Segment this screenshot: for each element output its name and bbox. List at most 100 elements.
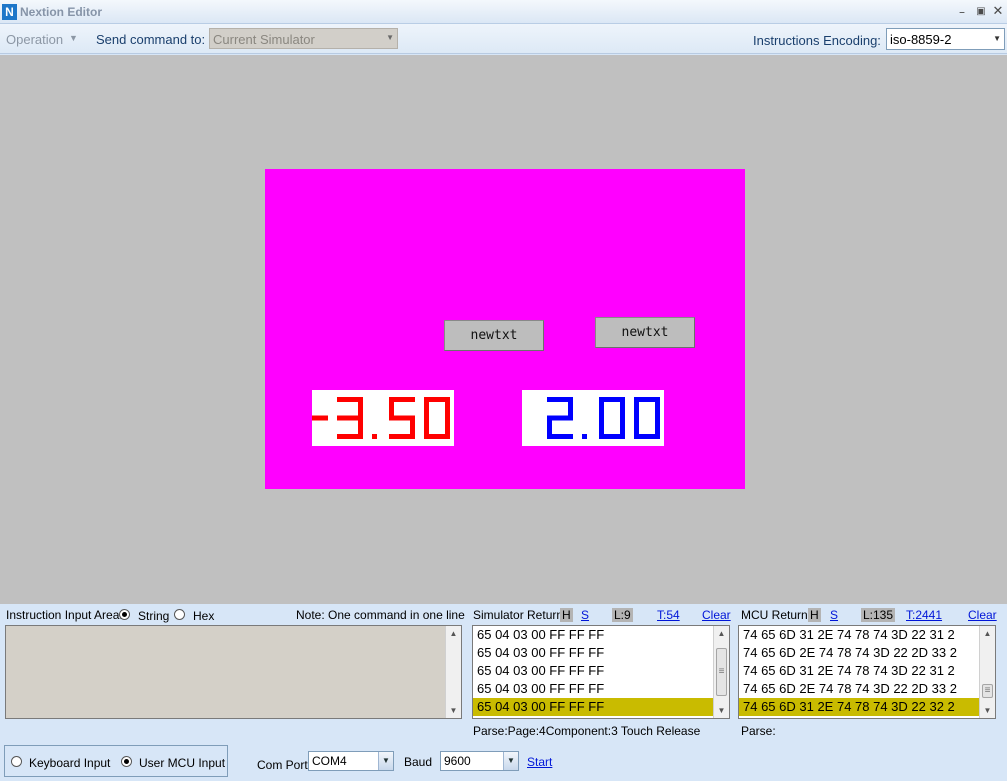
number-display-1-digits — [312, 397, 450, 439]
mcu-return-row[interactable]: 74 65 6D 2E 74 78 74 3D 22 2D 33 2 — [739, 644, 995, 662]
mcu-input-radio[interactable] — [121, 756, 132, 767]
digit-segment — [424, 418, 429, 439]
com-port-label: Com Port — [257, 758, 308, 772]
string-radio-label: String — [138, 609, 170, 623]
sim-return-row[interactable]: 65 04 03 00 FF FF FF — [473, 662, 729, 680]
maximize-button[interactable]: ▣ — [973, 4, 989, 20]
sim-line-count: L:9 — [612, 608, 633, 622]
encoding-select[interactable]: iso-8859-2 ▼ — [886, 28, 1005, 50]
window-title: Nextion Editor — [20, 5, 103, 19]
com-port-select[interactable]: COM4 ▼ — [308, 751, 394, 771]
scroll-down-icon[interactable]: ▼ — [714, 703, 729, 718]
sim-return-row[interactable]: 65 04 03 00 FF FF FF — [473, 644, 729, 662]
mcu-input-label: User MCU Input — [139, 756, 226, 770]
input-note: Note: One command in one line — [296, 608, 465, 622]
baud-select[interactable]: 9600 ▼ — [440, 751, 519, 771]
mcu-line-count: L:135 — [861, 608, 896, 622]
sim-scroll-thumb[interactable] — [716, 648, 727, 696]
newtxt-button-1[interactable]: newtxt — [444, 320, 544, 351]
number-display-1 — [312, 390, 454, 446]
digit-segment — [599, 397, 604, 418]
encoding-value: iso-8859-2 — [890, 32, 952, 47]
simulator-canvas: newtxt newtxt — [0, 55, 1007, 604]
hmi-screen[interactable]: newtxt newtxt — [265, 169, 745, 489]
digit-segment — [424, 397, 429, 418]
mcu-hex-toggle[interactable]: H — [808, 608, 821, 622]
debug-toolbar: Operation ▼ Send command to: Current Sim… — [0, 24, 1007, 54]
sim-hex-toggle[interactable]: H — [560, 608, 573, 622]
sim-scrollbar[interactable]: ▲ ▼ — [713, 626, 729, 718]
baud-label: Baud — [404, 755, 433, 769]
mcu-return-row[interactable]: 74 65 6D 2E 74 78 74 3D 22 2D 33 2 — [739, 680, 995, 698]
digit-segment — [634, 397, 639, 418]
encoding-label: Instructions Encoding: — [753, 33, 881, 48]
string-radio[interactable] — [119, 609, 130, 620]
hex-radio-label: Hex — [193, 609, 215, 623]
digit-segment — [445, 397, 450, 418]
sim-return-row[interactable]: 65 04 03 00 FF FF FF — [473, 680, 729, 698]
mcu-parse-text: Parse: — [741, 724, 776, 738]
sim-total-count[interactable]: T:54 — [657, 608, 680, 622]
send-target-value: Current Simulator — [213, 32, 315, 47]
input-area-label: Instruction Input Area: — [6, 608, 123, 622]
start-link[interactable]: Start — [527, 755, 552, 769]
close-button[interactable]: ✕ — [990, 4, 1006, 20]
decimal-point-segment — [372, 434, 377, 439]
chevron-down-icon[interactable]: ▼ — [378, 752, 393, 770]
chevron-down-icon[interactable]: ▼ — [503, 752, 518, 770]
title-bar: N Nextion Editor – ▣ ✕ — [0, 0, 1007, 24]
instruction-input[interactable]: ▲ ▼ — [5, 625, 462, 719]
mcu-total-count[interactable]: T:2441 — [906, 608, 942, 622]
mcu-return-row[interactable]: 74 65 6D 31 2E 74 78 74 3D 22 31 2 — [739, 626, 995, 644]
minimize-button[interactable]: – — [954, 4, 970, 20]
mcu-return-list[interactable]: 74 65 6D 31 2E 74 78 74 3D 22 31 2 74 65 … — [738, 625, 996, 719]
input-scrollbar[interactable]: ▲ ▼ — [445, 626, 461, 718]
com-port-value: COM4 — [312, 754, 347, 768]
newtxt-button-2[interactable]: newtxt — [595, 317, 695, 348]
digit-segment — [389, 434, 415, 439]
sim-parse-text: Parse:Page:4Component:3 Touch Release — [473, 724, 701, 738]
hex-radio[interactable] — [174, 609, 185, 620]
sim-return-row[interactable]: 65 04 03 00 FF FF FF — [473, 626, 729, 644]
scroll-up-icon[interactable]: ▲ — [980, 626, 995, 641]
mcu-clear-link[interactable]: Clear — [968, 608, 997, 622]
number-display-2 — [522, 390, 664, 446]
mcu-string-toggle[interactable]: S — [830, 608, 838, 622]
send-target-select[interactable]: Current Simulator ▼ — [209, 28, 398, 49]
operation-menu[interactable]: Operation — [6, 32, 63, 47]
scroll-up-icon[interactable]: ▲ — [714, 626, 729, 641]
scroll-down-icon[interactable]: ▼ — [446, 703, 461, 718]
keyboard-input-label: Keyboard Input — [29, 756, 111, 770]
scroll-down-icon[interactable]: ▼ — [980, 703, 995, 718]
mcu-return-row[interactable]: 74 65 6D 31 2E 74 78 74 3D 22 32 2 — [739, 698, 995, 716]
sim-clear-link[interactable]: Clear — [702, 608, 731, 622]
mcu-return-label: MCU Return: — [741, 608, 812, 622]
send-command-label: Send command to: — [96, 32, 206, 47]
keyboard-input-radio[interactable] — [11, 756, 22, 767]
digit-segment — [599, 418, 604, 439]
sim-string-toggle[interactable]: S — [581, 608, 589, 622]
number-display-2-digits — [547, 397, 660, 439]
chevron-down-icon: ▼ — [993, 34, 1001, 43]
decimal-point-segment — [582, 434, 587, 439]
input-mode-group: Keyboard Input User MCU Input — [4, 745, 228, 777]
digit-segment — [389, 397, 394, 418]
baud-value: 9600 — [444, 754, 471, 768]
digit-segment — [358, 397, 363, 418]
mcu-scroll-thumb[interactable] — [982, 684, 993, 698]
mcu-scrollbar[interactable]: ▲ ▼ — [979, 626, 995, 718]
scroll-up-icon[interactable]: ▲ — [446, 626, 461, 641]
digit-segment — [655, 397, 660, 418]
digit-segment — [620, 397, 625, 418]
nextion-logo-icon: N — [2, 4, 17, 20]
mcu-return-row[interactable]: 74 65 6D 31 2E 74 78 74 3D 22 31 2 — [739, 662, 995, 680]
digit-segment — [337, 434, 363, 439]
digit-segment — [634, 418, 639, 439]
simulator-return-list[interactable]: 65 04 03 00 FF FF FF 65 04 03 00 FF FF FF… — [472, 625, 730, 719]
chevron-down-icon: ▼ — [69, 33, 78, 43]
sim-return-row[interactable]: 65 04 03 00 FF FF FF — [473, 698, 729, 716]
simulator-return-label: Simulator Return: — [473, 608, 567, 622]
debug-panel: Instruction Input Area: String Hex Note:… — [0, 604, 1007, 781]
digit-segment — [547, 434, 573, 439]
digit-segment — [312, 415, 328, 421]
